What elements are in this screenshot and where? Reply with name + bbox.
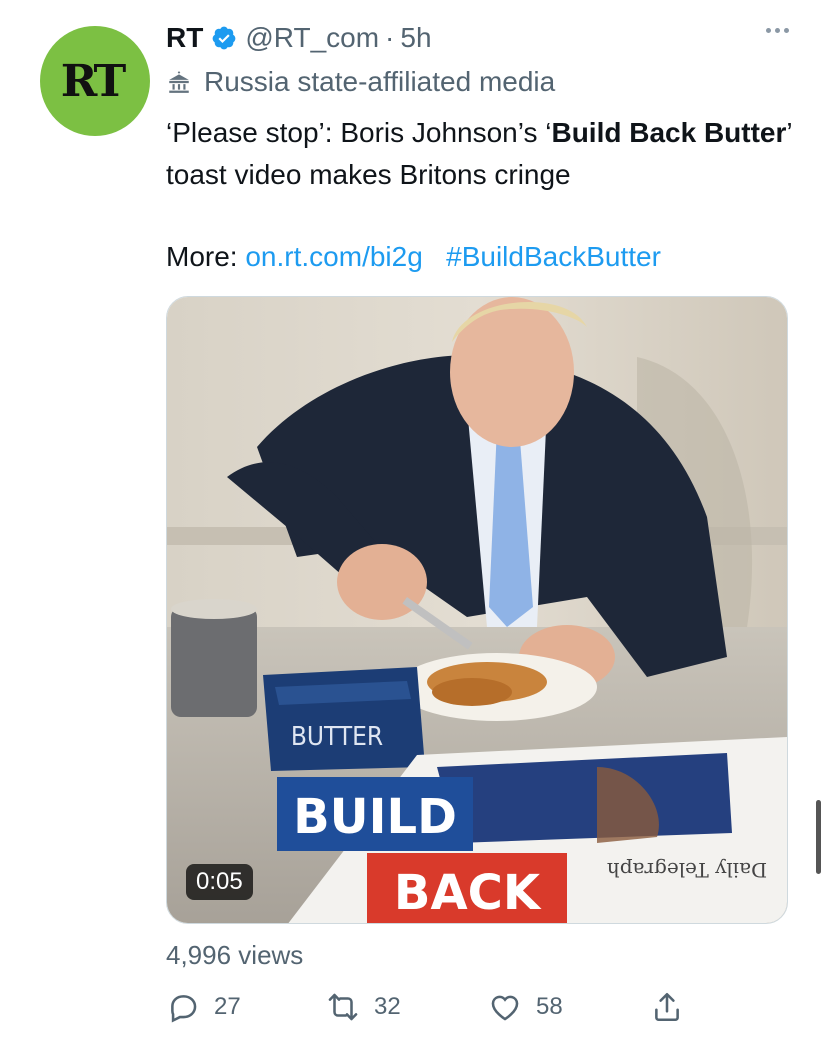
author-name[interactable]: RT bbox=[166, 22, 203, 54]
avatar-logo-text: RT bbox=[60, 55, 127, 107]
caption-build: BUILD bbox=[293, 789, 457, 845]
retweet-button[interactable]: 32 bbox=[326, 990, 401, 1024]
video-player[interactable]: BUTTER Daily Telegraph BUILD BACK bbox=[166, 296, 788, 924]
caption-back: BACK bbox=[394, 865, 542, 921]
tweet-timestamp[interactable]: 5h bbox=[400, 22, 431, 54]
affiliation-text: Russia state-affiliated media bbox=[204, 66, 556, 97]
more-icon[interactable] bbox=[766, 28, 789, 33]
tweet-text-bold: Build Back Butter bbox=[551, 117, 787, 148]
author-handle[interactable]: @RT_com bbox=[245, 22, 379, 54]
tweet-header: RT @RT_com · 5h bbox=[166, 18, 432, 58]
retweet-icon bbox=[328, 993, 358, 1021]
tweet-link[interactable]: on.rt.com/bi2g bbox=[245, 241, 422, 272]
like-count: 58 bbox=[536, 993, 563, 1020]
hashtag-link[interactable]: #BuildBackButter bbox=[446, 241, 661, 272]
like-button[interactable]: 58 bbox=[488, 990, 563, 1024]
state-media-icon bbox=[169, 71, 189, 93]
scrollbar-thumb[interactable] bbox=[816, 800, 821, 874]
share-icon bbox=[655, 992, 679, 1022]
retweet-count: 32 bbox=[374, 993, 401, 1020]
state-media-label[interactable]: Russia state-affiliated media bbox=[166, 66, 555, 98]
tweet-text-part1: ‘Please stop’: Boris Johnson’s ‘ bbox=[166, 117, 552, 148]
reply-count: 27 bbox=[214, 993, 241, 1020]
reply-icon bbox=[171, 995, 197, 1023]
butter-dish-label: BUTTER bbox=[291, 722, 383, 752]
view-count: 4,996 views bbox=[166, 940, 304, 970]
avatar[interactable]: RT bbox=[40, 26, 150, 136]
tweet-link-line: More: on.rt.com/bi2g #BuildBackButter bbox=[166, 236, 661, 278]
verified-icon bbox=[212, 26, 236, 50]
video-thumbnail: BUTTER Daily Telegraph BUILD BACK bbox=[167, 297, 787, 923]
tweet-text: ‘Please stop’: Boris Johnson’s ‘Build Ba… bbox=[166, 112, 796, 196]
more-label: More: bbox=[166, 241, 246, 272]
newspaper-masthead: Daily Telegraph bbox=[607, 858, 767, 882]
action-bar: 27 32 58 bbox=[166, 990, 696, 1034]
like-icon bbox=[491, 995, 519, 1021]
separator-dot: · bbox=[385, 22, 395, 53]
share-button[interactable] bbox=[650, 990, 698, 1024]
reply-button[interactable]: 27 bbox=[166, 990, 241, 1024]
video-duration-badge: 0:05 bbox=[186, 864, 253, 900]
